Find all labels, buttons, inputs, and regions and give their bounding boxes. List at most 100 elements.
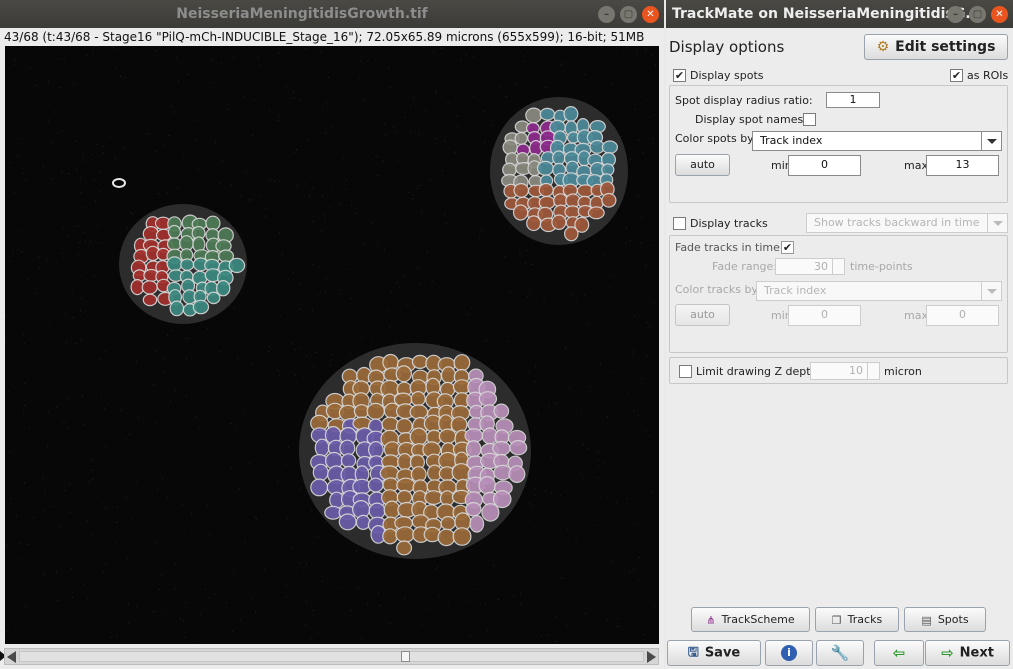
track-mode-dropdown[interactable]: Show tracks backward in time <box>806 213 1008 233</box>
maximize-button[interactable]: ▢ <box>620 6 637 23</box>
image-canvas[interactable] <box>5 46 659 644</box>
noise-pixel <box>209 534 211 536</box>
noise-pixel <box>285 596 287 598</box>
noise-pixel <box>83 551 85 553</box>
noise-pixel <box>532 505 534 506</box>
noise-pixel <box>81 395 83 397</box>
noise-pixel <box>183 153 185 155</box>
as-rois-checkbox[interactable]: ✔ <box>950 69 963 82</box>
noise-pixel <box>407 304 409 305</box>
cell-spot <box>469 514 485 533</box>
cell-spot <box>409 427 428 447</box>
noise-pixel <box>535 365 537 367</box>
cell-spot <box>381 416 399 432</box>
cell-spot <box>169 300 185 317</box>
trackmate-title: TrackMate on NeisseriaMeningitidisG... <box>672 6 982 22</box>
noise-pixel <box>238 488 240 490</box>
noise-pixel <box>377 174 379 176</box>
trackscheme-button[interactable]: ⋔ TrackScheme <box>691 607 810 632</box>
trackmate-titlebar[interactable]: TrackMate on NeisseriaMeningitidisG... –… <box>666 0 1013 28</box>
noise-pixel <box>210 58 212 60</box>
noise-pixel <box>615 502 617 504</box>
scroll-thumb[interactable] <box>401 651 410 662</box>
scroll-track[interactable] <box>19 651 644 662</box>
spot-radius-field[interactable]: 1 <box>826 92 880 108</box>
noise-pixel <box>162 613 164 615</box>
track-auto-button[interactable]: auto <box>675 304 730 326</box>
previous-button[interactable]: ⇦ <box>874 640 924 666</box>
noise-pixel <box>638 415 640 417</box>
scroll-right-arrow-icon[interactable] <box>647 651 656 663</box>
minimize-button[interactable]: – <box>598 6 615 23</box>
fade-range-field[interactable]: 30 <box>775 258 845 275</box>
noise-pixel <box>296 149 297 150</box>
spinner-arrows-icon[interactable] <box>867 363 879 379</box>
noise-pixel <box>153 384 155 386</box>
display-spot-names-checkbox[interactable] <box>803 113 816 126</box>
track-min-field[interactable]: 0 <box>788 305 861 326</box>
minimize-button[interactable]: – <box>947 6 964 23</box>
noise-pixel <box>638 580 640 582</box>
noise-pixel <box>174 390 176 391</box>
chevron-down-icon[interactable] <box>981 132 1001 150</box>
chevron-down-icon[interactable] <box>981 282 1001 300</box>
limit-z-checkbox[interactable] <box>679 365 692 378</box>
noise-pixel <box>83 583 85 585</box>
limit-z-field[interactable]: 10 <box>810 362 880 380</box>
cell-spot <box>551 150 566 166</box>
scroll-left-arrow-icon[interactable] <box>7 651 16 663</box>
auto-button[interactable]: auto <box>675 154 730 176</box>
noise-pixel <box>631 333 633 334</box>
track-max-field[interactable]: 0 <box>926 305 999 326</box>
display-spots-checkbox[interactable]: ✔ <box>673 69 686 82</box>
noise-pixel <box>340 587 342 589</box>
noise-pixel <box>399 286 401 288</box>
spinner-arrows-icon[interactable] <box>832 259 844 274</box>
noise-pixel <box>120 409 122 411</box>
save-button[interactable]: 🖫 Save <box>667 640 761 666</box>
noise-pixel <box>317 536 319 538</box>
noise-pixel <box>105 563 107 565</box>
noise-pixel <box>436 566 438 567</box>
noise-pixel <box>106 403 108 405</box>
next-button[interactable]: ⇨ Next <box>925 640 1010 666</box>
configure-button[interactable]: 🔧 <box>816 640 864 666</box>
noise-pixel <box>206 505 208 506</box>
maximize-button[interactable]: ▢ <box>969 6 986 23</box>
tracks-button[interactable]: ❐ Tracks <box>815 607 899 632</box>
fade-tracks-checkbox[interactable]: ✔ <box>781 241 794 254</box>
frame-scrollbar[interactable] <box>4 648 659 665</box>
noise-pixel <box>185 396 187 398</box>
noise-pixel <box>225 602 227 604</box>
about-button[interactable]: i <box>765 640 813 666</box>
noise-pixel <box>412 194 414 196</box>
display-tracks-checkbox[interactable] <box>673 217 686 230</box>
cell-spot <box>508 465 526 484</box>
cell-spot <box>206 291 221 305</box>
close-button[interactable]: ✕ <box>642 6 659 23</box>
noise-pixel <box>22 334 24 336</box>
min-field[interactable]: 0 <box>788 155 861 176</box>
noise-pixel <box>486 340 488 342</box>
close-button[interactable]: ✕ <box>991 6 1008 23</box>
noise-pixel <box>633 410 635 412</box>
noise-pixel <box>90 240 91 242</box>
noise-pixel <box>120 75 122 77</box>
cell-spot <box>192 299 210 315</box>
noise-pixel <box>63 421 65 423</box>
noise-pixel <box>157 488 159 490</box>
color-spots-dropdown[interactable]: Track index <box>752 131 1002 151</box>
edit-settings-button[interactable]: ⚙ Edit settings <box>864 34 1008 60</box>
image-window-titlebar[interactable]: NeisseriaMeningitidisGrowth.tif – ▢ ✕ <box>0 0 664 28</box>
noise-pixel <box>61 171 63 173</box>
color-tracks-label: Color tracks by: <box>675 283 761 296</box>
chevron-down-icon[interactable] <box>987 214 1007 232</box>
color-tracks-dropdown[interactable]: Track index <box>756 281 1002 301</box>
noise-pixel <box>171 105 173 107</box>
noise-pixel <box>305 183 307 185</box>
noise-pixel <box>279 180 281 182</box>
noise-pixel <box>24 482 26 484</box>
spots-button[interactable]: ▤ Spots <box>904 607 986 632</box>
as-rois-label: as ROIs <box>967 69 1009 82</box>
max-field[interactable]: 13 <box>926 155 999 176</box>
